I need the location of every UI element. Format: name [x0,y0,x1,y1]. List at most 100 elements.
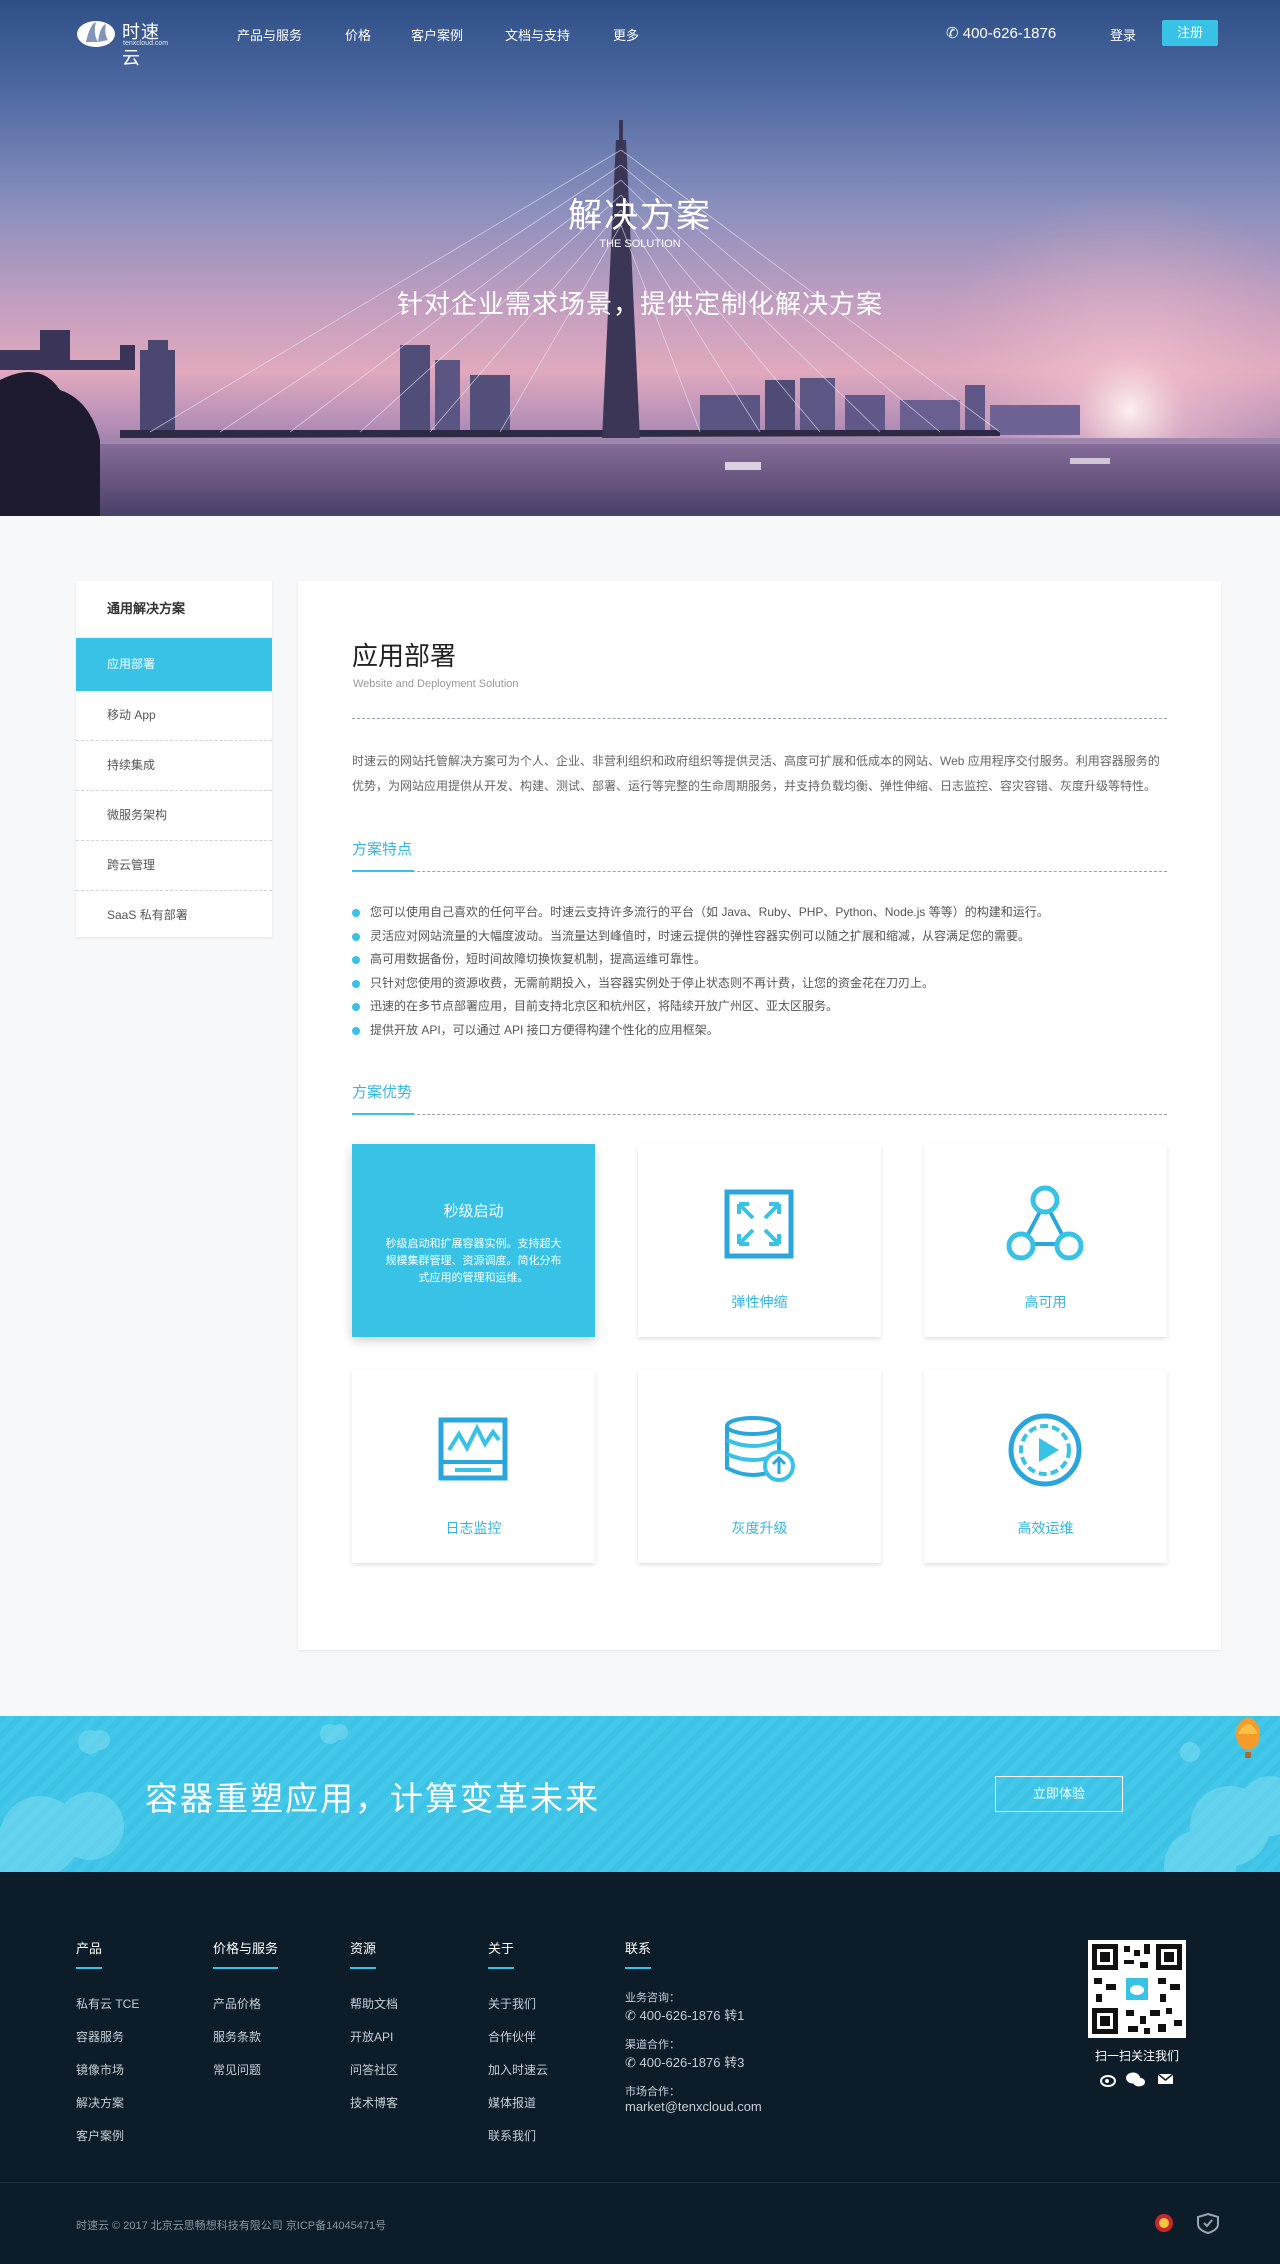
cloud-logo-icon [77,21,115,47]
phone-text: 400-626-1876 [962,25,1057,42]
section-subtitle-en: Website and Deployment Solution [353,678,519,690]
list-item: 高可用数据备份，短时间故障切换恢复机制，提高运维可靠性。 [352,948,1167,972]
signup-button[interactable]: 注册 [1162,20,1218,46]
contact-market-email[interactable]: market@tenxcloud.com [625,2099,762,2114]
solution-detail-panel: 应用部署 Website and Deployment Solution 时速云… [298,581,1221,1650]
phone-number: ✆ 400-626-1876 [946,24,1056,42]
footer-link[interactable]: 常见问题 [213,2054,278,2087]
footer-link[interactable]: 服务条款 [213,2021,278,2054]
expand-arrows-icon [724,1189,794,1259]
city-bridge-illustration [0,120,1280,516]
hero-banner: 时速云 tenxcloud.com 产品与服务 价格 客户案例 文档与支持 更多… [0,0,1280,516]
sidebar-item-mobile-app[interactable]: 移动 App [76,691,272,741]
card-title: 高可用 [1024,1294,1067,1310]
intro-paragraph: 时速云的网站托管解决方案可为个人、企业、非营利组织和政府组织等提供灵活、高度可扩… [352,754,1160,793]
footer-link[interactable]: 产品价格 [213,1988,278,2021]
footer-link[interactable]: 镜像市场 [76,2054,139,2087]
footer-link[interactable]: 联系我们 [488,2120,548,2153]
nav-more[interactable]: 更多 [613,25,639,44]
list-item: 提供开放 API，可以通过 API 接口方便得构建个性化的应用框架。 [352,1019,1167,1043]
footer-link[interactable]: 私有云 TCE [76,1988,139,2021]
social-links [1100,2070,1176,2093]
footer-link[interactable]: 加入时速云 [488,2054,548,2087]
logo-subtext: tenxcloud.com [123,40,169,47]
try-now-button[interactable]: 立即体验 [995,1776,1123,1812]
phone-icon: ✆ [625,2055,640,2070]
footer-heading: 关于 [488,1938,515,1969]
card-title: 高效运维 [1017,1520,1074,1536]
features-list: 您可以使用自己喜欢的任何平台。时速云支持许多流行的平台（如 Java、Ruby、… [352,901,1167,1042]
footer-heading: 价格与服务 [213,1938,279,1969]
advantage-card-fast-start[interactable]: 秒级启动 秒级启动和扩展容器实例。支持超大规模集群管理、资源调度。简化分布式应用… [352,1144,595,1337]
database-upgrade-icon [725,1416,795,1482]
sidebar-item-multicloud[interactable]: 跨云管理 [76,841,272,891]
login-link[interactable]: 登录 [1110,25,1136,44]
sidebar-item-ci[interactable]: 持续集成 [76,741,272,791]
sidebar-item-app-deploy[interactable]: 应用部署 [76,638,272,691]
card-title: 弹性伸缩 [731,1294,788,1310]
footer-link[interactable]: 合作伙伴 [488,2021,548,2054]
wechat-qr-code [1088,1940,1186,2038]
contact-label: 业务咨询： [625,1992,680,2004]
sidebar-item-microservices[interactable]: 微服务架构 [76,791,272,841]
list-item: 只针对您使用的资源收费，无需前期投入，当容器实例处于停止状态则不再计费，让您的资… [352,972,1167,996]
nav-docs[interactable]: 文档与支持 [505,25,570,44]
logo[interactable]: 时速云 tenxcloud.com [76,16,176,68]
shield-icon[interactable] [1197,2212,1219,2235]
footer-link[interactable]: 开放API [350,2021,398,2054]
advantage-card-elastic[interactable]: 弹性伸缩 [638,1144,881,1337]
site-footer: 产品 私有云 TCE 容器服务 镜像市场 解决方案 客户案例 价格与服务 产品价… [0,1872,1280,2264]
police-badge-icon[interactable] [1155,2214,1173,2232]
advantage-card-gray-upgrade[interactable]: 灰度升级 [638,1370,881,1563]
trust-badges [1154,2212,1224,2239]
nav-cases[interactable]: 客户案例 [411,25,463,44]
nav-pricing[interactable]: 价格 [345,25,371,44]
footer-col-products: 产品 私有云 TCE 容器服务 镜像市场 解决方案 客户案例 [76,1938,139,2153]
phone-icon: ✆ [946,25,959,42]
footer-heading: 资源 [350,1938,377,1969]
play-circle-icon [1008,1413,1082,1487]
wechat-icon[interactable] [1126,2072,1145,2087]
footer-divider [0,2182,1280,2183]
list-item: 灵活应对网站流量的大幅度波动。当流量达到峰值时，时速云提供的弹性容器实例可以随之… [352,925,1167,949]
nav-products[interactable]: 产品与服务 [237,25,302,44]
hero-subtitle-en: THE SOLUTION [599,238,681,250]
footer-heading: 产品 [76,1938,103,1969]
footer-link[interactable]: 关于我们 [488,1988,548,2021]
weibo-icon[interactable] [1100,2075,1116,2087]
card-title: 日志监控 [445,1520,502,1536]
email-icon[interactable] [1157,2073,1174,2084]
contact-channel-phone: ✆ 400-626-1876 转3 [625,2055,745,2070]
card-title: 灰度升级 [731,1520,788,1536]
contact-label: 渠道合作： [625,2039,680,2051]
sidebar-heading: 通用解决方案 [76,581,272,638]
advantage-card-log-monitor[interactable]: 日志监控 [352,1370,595,1563]
sidebar-item-saas-private[interactable]: SaaS 私有部署 [76,891,272,940]
footer-link[interactable]: 容器服务 [76,2021,139,2054]
list-item: 迅速的在多节点部署应用，目前支持北京区和杭州区，将陆续开放广州区、亚太区服务。 [352,995,1167,1019]
footer-link[interactable]: 技术博客 [350,2087,398,2120]
copyright-text: 时速云 © 2017 北京云思畅想科技有限公司 京ICP备14045471号 [76,2220,387,2232]
footer-col-contact: 联系 业务咨询： ✆ 400-626-1876 转1 渠道合作： ✆ 400-6… [625,1938,762,2126]
footer-link[interactable]: 媒体报道 [488,2087,548,2120]
list-item: 您可以使用自己喜欢的任何平台。时速云支持许多流行的平台（如 Java、Ruby、… [352,901,1167,925]
footer-link[interactable]: 问答社区 [350,2054,398,2087]
contact-business-phone: ✆ 400-626-1876 转1 [625,2008,745,2023]
advantage-card-efficient-ops[interactable]: 高效运维 [924,1370,1167,1563]
top-navbar: 时速云 tenxcloud.com 产品与服务 价格 客户案例 文档与支持 更多… [0,0,1280,68]
divider [352,718,1167,719]
section-title: 应用部署 [352,641,457,671]
solution-sidebar: 通用解决方案 应用部署 移动 App 持续集成 微服务架构 跨云管理 SaaS … [76,581,272,937]
footer-link[interactable]: 解决方案 [76,2087,139,2120]
heading-underline [352,1113,414,1115]
advantage-card-ha[interactable]: 高可用 [924,1144,1167,1337]
footer-col-resources: 资源 帮助文档 开放API 问答社区 技术博客 [350,1938,398,2120]
footer-col-pricing: 价格与服务 产品价格 服务条款 常见问题 [213,1938,279,2087]
divider [352,1114,1167,1115]
contact-label: 市场合作： [625,2086,680,2098]
phone-icon: ✆ [625,2008,640,2023]
cta-slogan: 容器重塑应用，计算变革未来 [145,1780,600,1817]
footer-link[interactable]: 帮助文档 [350,1988,398,2021]
divider [352,871,1167,872]
footer-link[interactable]: 客户案例 [76,2120,139,2153]
